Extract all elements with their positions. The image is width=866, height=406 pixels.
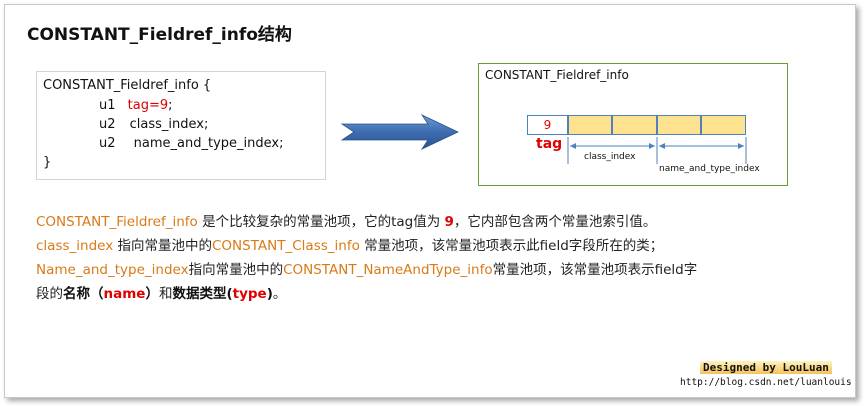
term-class-index: class_index: [36, 238, 114, 254]
desc-text: 指向常量池中的: [113, 238, 212, 254]
desc-text: 和: [158, 286, 173, 302]
code-field-class-index: class_index;: [129, 117, 209, 132]
description-line-2: class_index 指向常量池中的CONSTANT_Class_info 常…: [36, 234, 826, 258]
description-line-1: CONSTANT_Fieldref_info 是个比较复杂的常量池项，它的tag…: [36, 210, 826, 234]
code-type-u2-a: u2: [99, 117, 116, 132]
structure-diagram: CONSTANT_Fieldref_info 9 tag class_index…: [478, 63, 788, 186]
term-fieldref-info: CONSTANT_Fieldref_info: [36, 214, 198, 230]
tag-value-highlight: 9: [444, 214, 454, 230]
code-block: CONSTANT_Fieldref_info { u1 tag=9; u2 cl…: [36, 71, 326, 180]
desc-bold-paren: ）: [145, 286, 159, 302]
description: CONSTANT_Fieldref_info 是个比较复杂的常量池项，它的tag…: [36, 210, 826, 306]
code-line-1: CONSTANT_Fieldref_info {: [43, 78, 212, 93]
term-class-info: CONSTANT_Class_info: [212, 238, 360, 254]
designer-credit: Designed by LouLuan: [700, 361, 832, 374]
code-field-name-and-type-index: name_and_type_index;: [133, 136, 284, 151]
code-semicolon: ;: [168, 98, 173, 113]
description-line-3: Name_and_type_index指向常量池中的CONSTANT_NameA…: [36, 258, 826, 282]
term-name-and-type-info: CONSTANT_NameAndType_info: [283, 262, 493, 278]
code-field-tag: tag=9: [127, 98, 169, 113]
name-and-type-index-label: name_and_type_index: [659, 164, 760, 174]
class-index-label: class_index: [584, 152, 636, 162]
desc-text: 。: [272, 286, 287, 302]
desc-text: 是个比较复杂的常量池项，它的tag值为: [197, 214, 445, 230]
blog-url: http://blog.csdn.net/luanlouis: [680, 377, 852, 388]
desc-bold-type: 数据类型(: [172, 286, 233, 302]
term-name: name: [103, 286, 146, 302]
desc-text: 常量池项，该常量池项表示此field字段所在的类；: [359, 238, 664, 254]
code-type-u2-b: u2: [99, 136, 116, 151]
page-title: CONSTANT_Fieldref_info结构: [27, 25, 292, 45]
code-line-4: u2 name_and_type_index;: [99, 136, 283, 151]
desc-text: ，它内部包含两个常量池索引值。: [453, 214, 657, 230]
desc-text: 常量池项，该常量池项表示field字: [492, 262, 698, 278]
description-line-4: 段的名称（name）和数据类型(type)。: [36, 282, 826, 306]
code-line-5: }: [43, 155, 52, 170]
desc-text: 指向常量池中的: [188, 262, 284, 278]
term-type: type: [232, 286, 267, 302]
term-name-and-type-index: Name_and_type_index: [36, 262, 189, 278]
desc-bold-name: 名称（: [63, 286, 104, 302]
desc-text: 段的: [36, 286, 63, 302]
right-arrow-icon: [340, 114, 459, 150]
code-line-3: u2 class_index;: [99, 117, 208, 132]
code-line-2: u1 tag=9;: [99, 98, 173, 113]
code-type-u1: u1: [99, 98, 116, 113]
